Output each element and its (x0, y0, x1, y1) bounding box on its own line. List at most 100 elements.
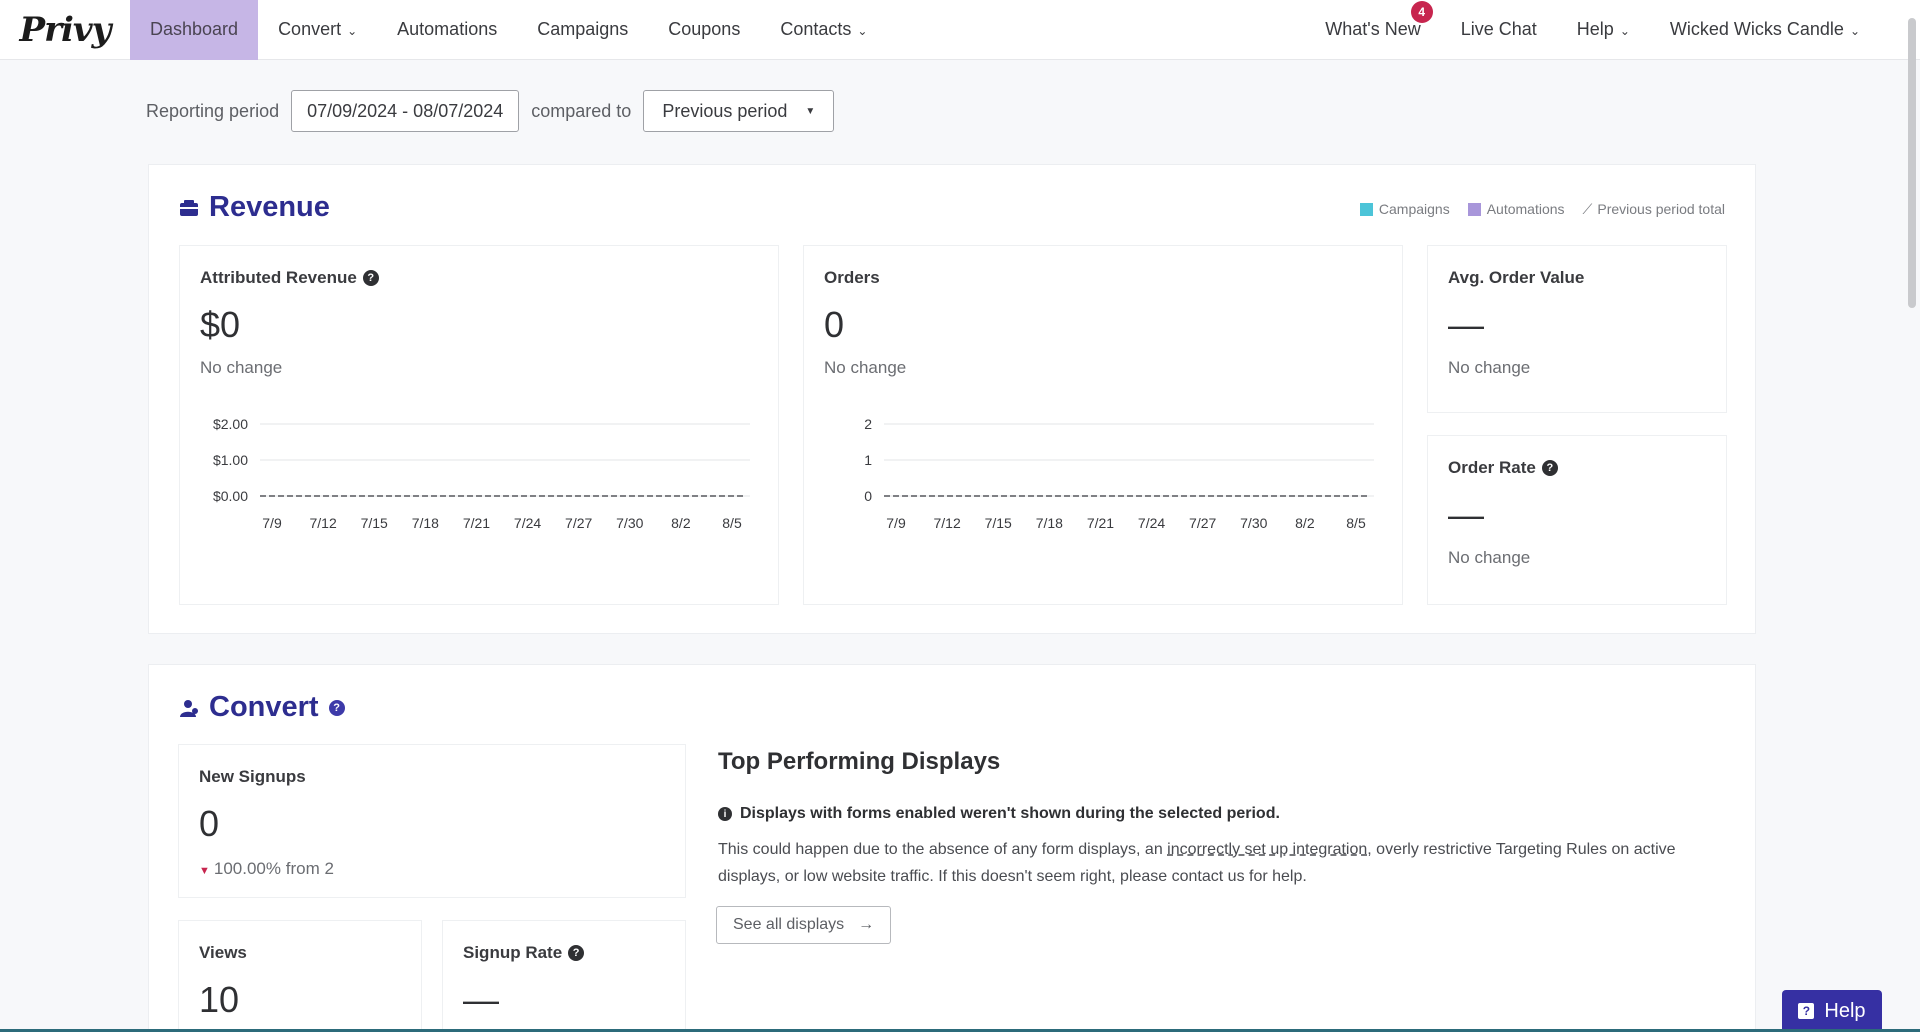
change-text: 100.00% from 2 (213, 859, 334, 878)
help-icon[interactable]: ? (568, 945, 585, 961)
top-displays-title: Top Performing Displays (718, 748, 1001, 775)
nav-item-label: Live Chat (1460, 19, 1537, 39)
orders-title: Orders (824, 268, 880, 288)
help-widget-button[interactable]: ? Help (1782, 990, 1882, 1032)
trend-line-icon: ⟋ (1582, 201, 1593, 217)
signup-rate-title: Signup Rate ? (463, 943, 585, 963)
new-signups-title: New Signups (199, 767, 306, 787)
aov-value: — (1448, 304, 1484, 345)
nav-item-label: Help (1576, 19, 1614, 39)
x-tick-label: 8/2 (1295, 515, 1315, 531)
legend-label: Automations (1486, 201, 1565, 217)
orders-value: 0 (824, 304, 845, 345)
order-rate-value: — (1448, 494, 1484, 535)
x-tick-label: 7/15 (361, 515, 388, 531)
x-tick-label: 7/27 (565, 515, 592, 531)
nav-item-contacts[interactable]: Contacts ⌄ (760, 0, 887, 60)
card-title-text: Order Rate (1448, 458, 1536, 477)
chevron-down-icon: ⌄ (347, 23, 358, 38)
privy-logo[interactable]: Privy (0, 0, 130, 60)
x-tick-label: 7/30 (1240, 515, 1267, 531)
legend-label: Previous period total (1597, 201, 1725, 217)
user-icon (179, 698, 199, 718)
card-title-text: Orders (824, 268, 880, 287)
nav-item-help[interactable]: Help ⌄ (1557, 0, 1650, 60)
nav-item-label: Dashboard (150, 19, 239, 39)
new-signups-card: New Signups 0 ▼ 100.00% from 2 (178, 744, 686, 898)
x-tick-label: 8/5 (722, 515, 742, 531)
x-tick-label: 7/9 (262, 515, 282, 531)
help-icon[interactable]: ? (328, 699, 345, 716)
revenue-chart: $0.00 $1.00 $2.00 7/9 7/12 7/15 7/18 7/21 7/24 7/… (213, 416, 750, 531)
nav-right: What's New 4 Live Chat Help ⌄ Wicked Wicks Ca… (1305, 0, 1880, 60)
x-tick-label: 7/21 (1087, 515, 1114, 531)
x-tick-label: 8/5 (1346, 515, 1366, 531)
button-label: See all displays (733, 916, 845, 933)
orders-change: No change (824, 358, 907, 377)
reporting-period-label: Reporting period (146, 100, 280, 121)
date-range-picker[interactable]: 07/09/2024 - 08/07/2024 (291, 90, 520, 132)
nav-item-dashboard[interactable]: Dashboard (130, 0, 259, 60)
signup-rate-card: Signup Rate ? — (442, 920, 686, 1032)
nav-item-campaigns[interactable]: Campaigns (517, 0, 648, 60)
y-tick-label: 1 (864, 452, 872, 468)
nav-item-automations[interactable]: Automations (377, 0, 517, 60)
revenue-title: Revenue (179, 191, 330, 224)
y-tick-label: $1.00 (213, 452, 248, 468)
nav-item-coupons[interactable]: Coupons (648, 0, 760, 60)
top-displays-note: i Displays with forms enabled weren't sh… (718, 805, 1280, 823)
card-title-text: Attributed Revenue (200, 268, 357, 287)
x-tick-label: 7/30 (616, 515, 643, 531)
nav-item-label: What's New (1325, 19, 1421, 39)
help-icon[interactable]: ? (362, 270, 379, 286)
help-widget-label: Help (1824, 999, 1866, 1022)
compared-to-label: compared to (531, 100, 632, 121)
nav-item-live-chat[interactable]: Live Chat (1441, 0, 1557, 60)
nav-item-label: Contacts (780, 19, 852, 39)
new-signups-value: 0 (199, 803, 220, 844)
x-tick-label: 7/24 (514, 515, 541, 531)
new-signups-change: ▼ 100.00% from 2 (199, 859, 334, 879)
page-scrollbar[interactable] (1908, 18, 1916, 308)
aov-change: No change (1448, 358, 1531, 377)
avg-order-value-card: Avg. Order Value — No change (1427, 245, 1727, 413)
order-rate-title: Order Rate ? (1448, 458, 1558, 478)
views-card: Views 10 (178, 920, 422, 1032)
x-tick-label: 7/18 (1036, 515, 1063, 531)
card-title-text: Views (199, 943, 247, 962)
x-tick-label: 7/15 (985, 515, 1012, 531)
info-icon: i (718, 807, 732, 821)
nav-item-label: Coupons (668, 19, 741, 39)
nav-item-label: Wicked Wicks Candle (1669, 19, 1844, 39)
orders-chart: 0 1 2 7/9 7/12 7/15 7/18 7/21 7/24 7/27 7/30 8/2 8/5 (864, 416, 1374, 531)
nav-left: Dashboard Convert ⌄ Automations Campaigns Cou… (130, 0, 887, 60)
dropdown-arrow-icon: ▼ (805, 105, 816, 117)
nav-item-what-s-new[interactable]: What's New 4 (1305, 0, 1440, 60)
notification-badge: 4 (1410, 0, 1433, 23)
compare-period-select[interactable]: Previous period ▼ (643, 90, 835, 132)
attributed-revenue-title: Attributed Revenue ? (200, 268, 379, 288)
convert-title: Convert ? (179, 691, 345, 724)
x-tick-label: 8/2 (671, 515, 691, 531)
integration-link[interactable]: incorrectly set up integration (1167, 841, 1367, 858)
order-rate-change: No change (1448, 548, 1531, 567)
nav-item-label: Convert (278, 19, 342, 39)
aov-title: Avg. Order Value (1448, 268, 1584, 288)
compare-period-value: Previous period (662, 100, 788, 121)
nav-item-convert[interactable]: Convert ⌄ (258, 0, 377, 60)
desc-text: This could happen due to the absence of … (718, 841, 1168, 858)
card-title-text: Signup Rate (463, 943, 563, 962)
legend-automations[interactable]: Automations (1467, 201, 1565, 218)
revenue-title-text: Revenue (209, 191, 330, 223)
nav-item-wicked-wicks-candle[interactable]: Wicked Wicks Candle ⌄ (1650, 0, 1880, 60)
legend-campaigns[interactable]: Campaigns (1359, 201, 1450, 218)
arrow-right-icon: → (858, 916, 875, 933)
help-icon[interactable]: ? (1541, 460, 1558, 476)
x-tick-label: 7/24 (1138, 515, 1165, 531)
reporting-period: Reporting period 07/09/2024 - 08/07/2024… (146, 90, 835, 132)
attributed-revenue-card: Attributed Revenue ? $0 No change $0.00 $… (179, 245, 779, 605)
orders-card: Orders 0 No change 0 1 2 7/9 7/12 7/15 7/18 7/2… (803, 245, 1403, 605)
legend-previous[interactable]: ⟋ Previous period total (1583, 201, 1725, 218)
see-all-displays-button[interactable]: See all displays → (716, 906, 892, 944)
y-tick-label: 0 (864, 488, 872, 504)
